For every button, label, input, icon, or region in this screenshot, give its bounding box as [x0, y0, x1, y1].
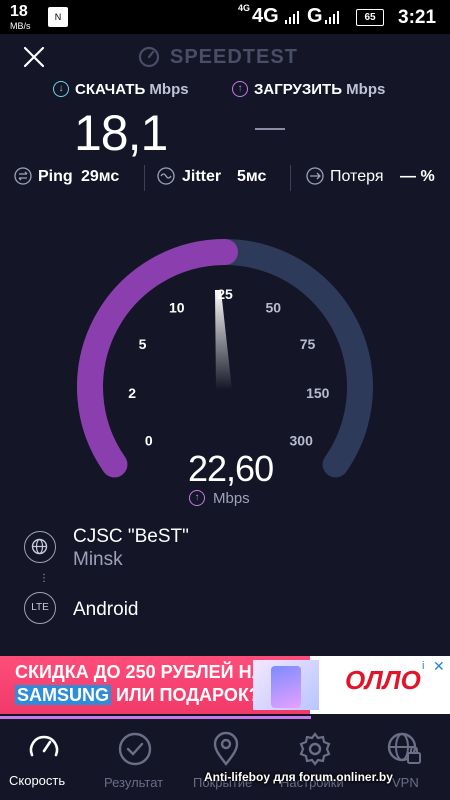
divider — [144, 165, 145, 191]
ad-progress-bar — [0, 716, 311, 719]
network-speed: 18 — [10, 3, 28, 20]
ping-icon — [14, 167, 32, 185]
ping-value: 29мс — [81, 168, 120, 185]
server-city[interactable]: Minsk — [73, 549, 123, 571]
nav-label-vpn[interactable]: VPN — [392, 775, 419, 790]
battery-icon: 65 — [356, 9, 384, 26]
nfc-icon: N — [48, 7, 68, 27]
jitter-value: 5мс — [237, 168, 267, 185]
packet-loss-icon — [306, 167, 324, 185]
gauge-tick-label: 10 — [169, 299, 185, 315]
gauge-tick-label: 300 — [290, 432, 314, 448]
network-speed-unit: MB/s — [10, 21, 31, 31]
network-type-small: 4G — [238, 3, 251, 13]
clock: 3:21 — [398, 7, 437, 28]
ad-info-icon[interactable]: i — [422, 660, 424, 672]
speedometer-icon[interactable] — [26, 729, 62, 765]
app-title: SPEEDTEST — [170, 46, 298, 68]
ad-text-line1[interactable]: СКИДКА ДО 250 РУБЛЕЙ НА — [15, 662, 265, 683]
gauge-tick-label: 2 — [128, 385, 136, 401]
gauge-tick-label: 5 — [139, 336, 147, 352]
upload-label: ЗАГРУЗИТЬ Mbps — [254, 81, 386, 98]
upload-icon: ↑ — [232, 81, 248, 97]
gauge-progress — [77, 239, 238, 478]
upload-icon: ↑ — [189, 490, 205, 506]
download-value: 18,1 — [74, 105, 168, 161]
bottom-nav: Скорость Результат Покрытие Настройки VP… — [0, 721, 450, 800]
jitter-icon — [157, 167, 175, 185]
nav-label-speed[interactable]: Скорость — [9, 773, 65, 788]
map-pin-icon[interactable] — [208, 731, 244, 767]
ping-label: Ping — [38, 168, 73, 185]
watermark: Anti-lifeboy для forum.onliner.by — [204, 770, 393, 784]
jitter-label: Jitter — [182, 168, 222, 185]
ad-brand-logo: ОЛЛО — [345, 665, 421, 695]
isp-name[interactable]: CJSC "BeST" — [73, 526, 189, 548]
packet-loss-value: — % — [400, 168, 435, 185]
vpn-globe-icon[interactable] — [386, 731, 422, 767]
lte-icon: LTE — [24, 592, 56, 624]
gauge-value: 22,60 — [188, 448, 274, 489]
device-name: Android — [73, 599, 139, 620]
connector-dots: ⋮ — [39, 573, 49, 584]
signal-icon-2 — [325, 11, 339, 24]
download-label: СКАЧАТЬ Mbps — [75, 81, 189, 98]
gauge-unit: Mbps — [213, 490, 250, 507]
check-circle-icon[interactable] — [117, 731, 153, 767]
gauge-tick-label: 150 — [306, 385, 330, 401]
network-type-2: G — [307, 5, 323, 27]
divider — [290, 165, 291, 191]
ad-text-line2[interactable]: SAMSUNG ИЛИ ПОДАРОК? — [15, 685, 260, 706]
gauge-tick-label: 75 — [300, 336, 316, 352]
signal-icon — [285, 11, 299, 24]
globe-icon[interactable] — [24, 531, 56, 563]
download-icon: ↓ — [53, 81, 69, 97]
ad-phone-image — [253, 660, 319, 710]
network-type: 4G — [252, 5, 279, 27]
gauge-tick-label: 50 — [265, 299, 281, 315]
nav-label-results[interactable]: Результат — [104, 775, 163, 790]
packet-loss-label: Потеря — [330, 168, 384, 185]
upload-value-placeholder — [255, 128, 285, 130]
gear-icon[interactable] — [297, 731, 333, 767]
gauge-tick-label: 0 — [145, 432, 153, 448]
close-icon[interactable] — [22, 45, 46, 69]
gauge-needle — [215, 290, 232, 390]
ad-close-icon[interactable]: ✕ — [433, 658, 445, 675]
speedtest-logo-icon — [138, 46, 160, 68]
